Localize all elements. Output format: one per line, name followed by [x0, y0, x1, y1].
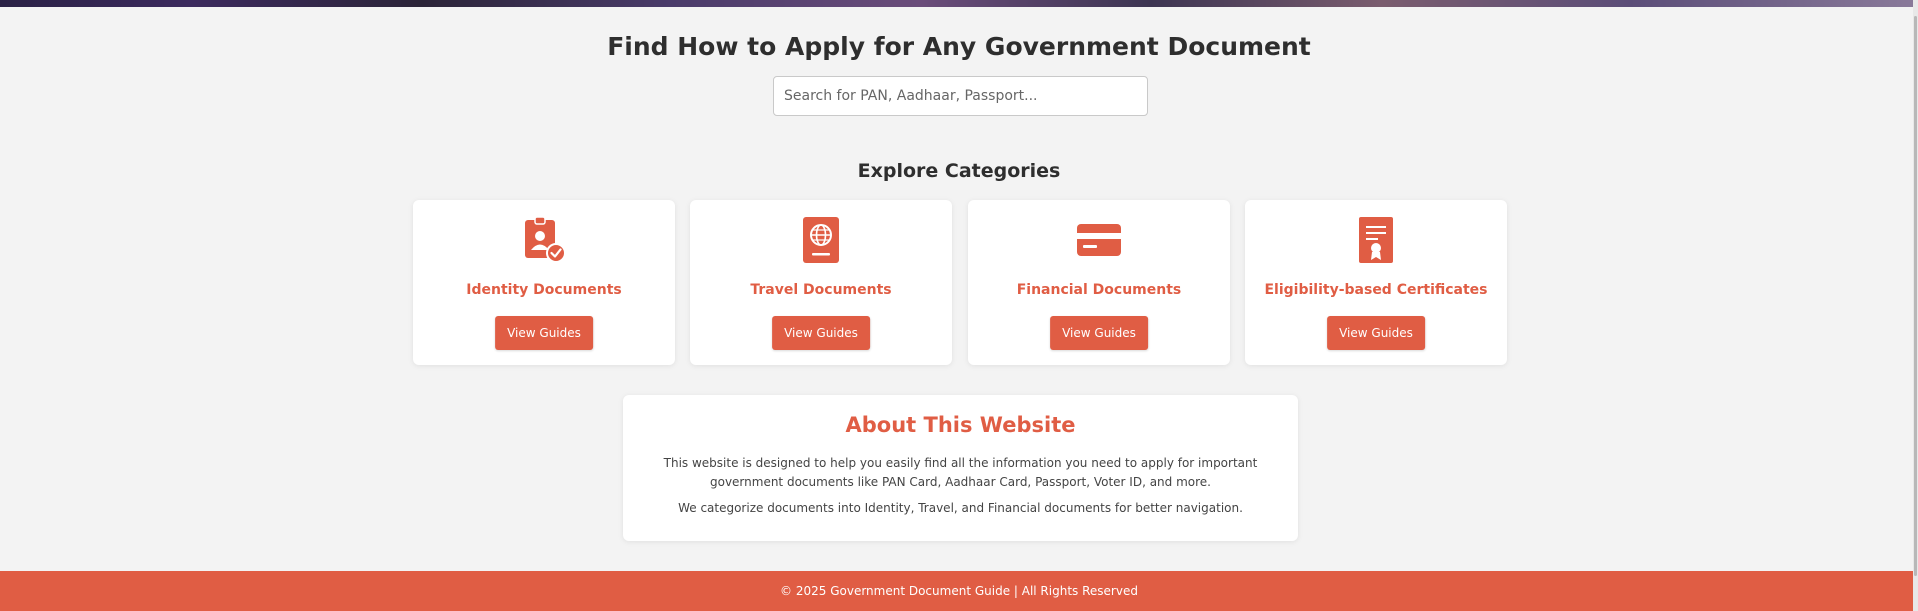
certificate-icon: [1245, 216, 1507, 264]
view-guides-button[interactable]: View Guides: [772, 316, 870, 350]
category-card-financial: Financial Documents View Guides: [968, 200, 1230, 365]
category-card-eligibility: Eligibility-based Certificates View Guid…: [1245, 200, 1507, 365]
footer-copyright: © 2025 Government Document Guide | All R…: [780, 584, 1138, 598]
about-paragraph: We categorize documents into Identity, T…: [678, 501, 1243, 515]
category-card-travel: Travel Documents View Guides: [690, 200, 952, 365]
view-guides-button[interactable]: View Guides: [1327, 316, 1425, 350]
scrollbar[interactable]: [1913, 0, 1918, 611]
credit-card-icon: [968, 216, 1230, 264]
scrollbar-thumb[interactable]: [1914, 16, 1917, 576]
category-card-identity: Identity Documents View Guides: [413, 200, 675, 365]
page-title: Find How to Apply for Any Government Doc…: [607, 32, 1311, 61]
category-title: Travel Documents: [750, 282, 892, 298]
search-input[interactable]: [773, 76, 1148, 116]
footer: © 2025 Government Document Guide | All R…: [0, 571, 1918, 611]
passport-icon: [690, 216, 952, 264]
categories-title: Explore Categories: [857, 160, 1061, 182]
category-title: Financial Documents: [1016, 282, 1182, 298]
about-section: About This Website This website is desig…: [623, 395, 1298, 541]
view-guides-button[interactable]: View Guides: [495, 316, 593, 350]
category-title: Identity Documents: [466, 282, 622, 298]
id-badge-check-icon: [413, 216, 675, 264]
about-paragraph: This website is designed to help you eas…: [663, 456, 1258, 489]
view-guides-button[interactable]: View Guides: [1050, 316, 1148, 350]
header-banner-image: [0, 0, 1918, 7]
category-title: Eligibility-based Certificates: [1264, 282, 1488, 298]
about-title: About This Website: [845, 413, 1076, 437]
